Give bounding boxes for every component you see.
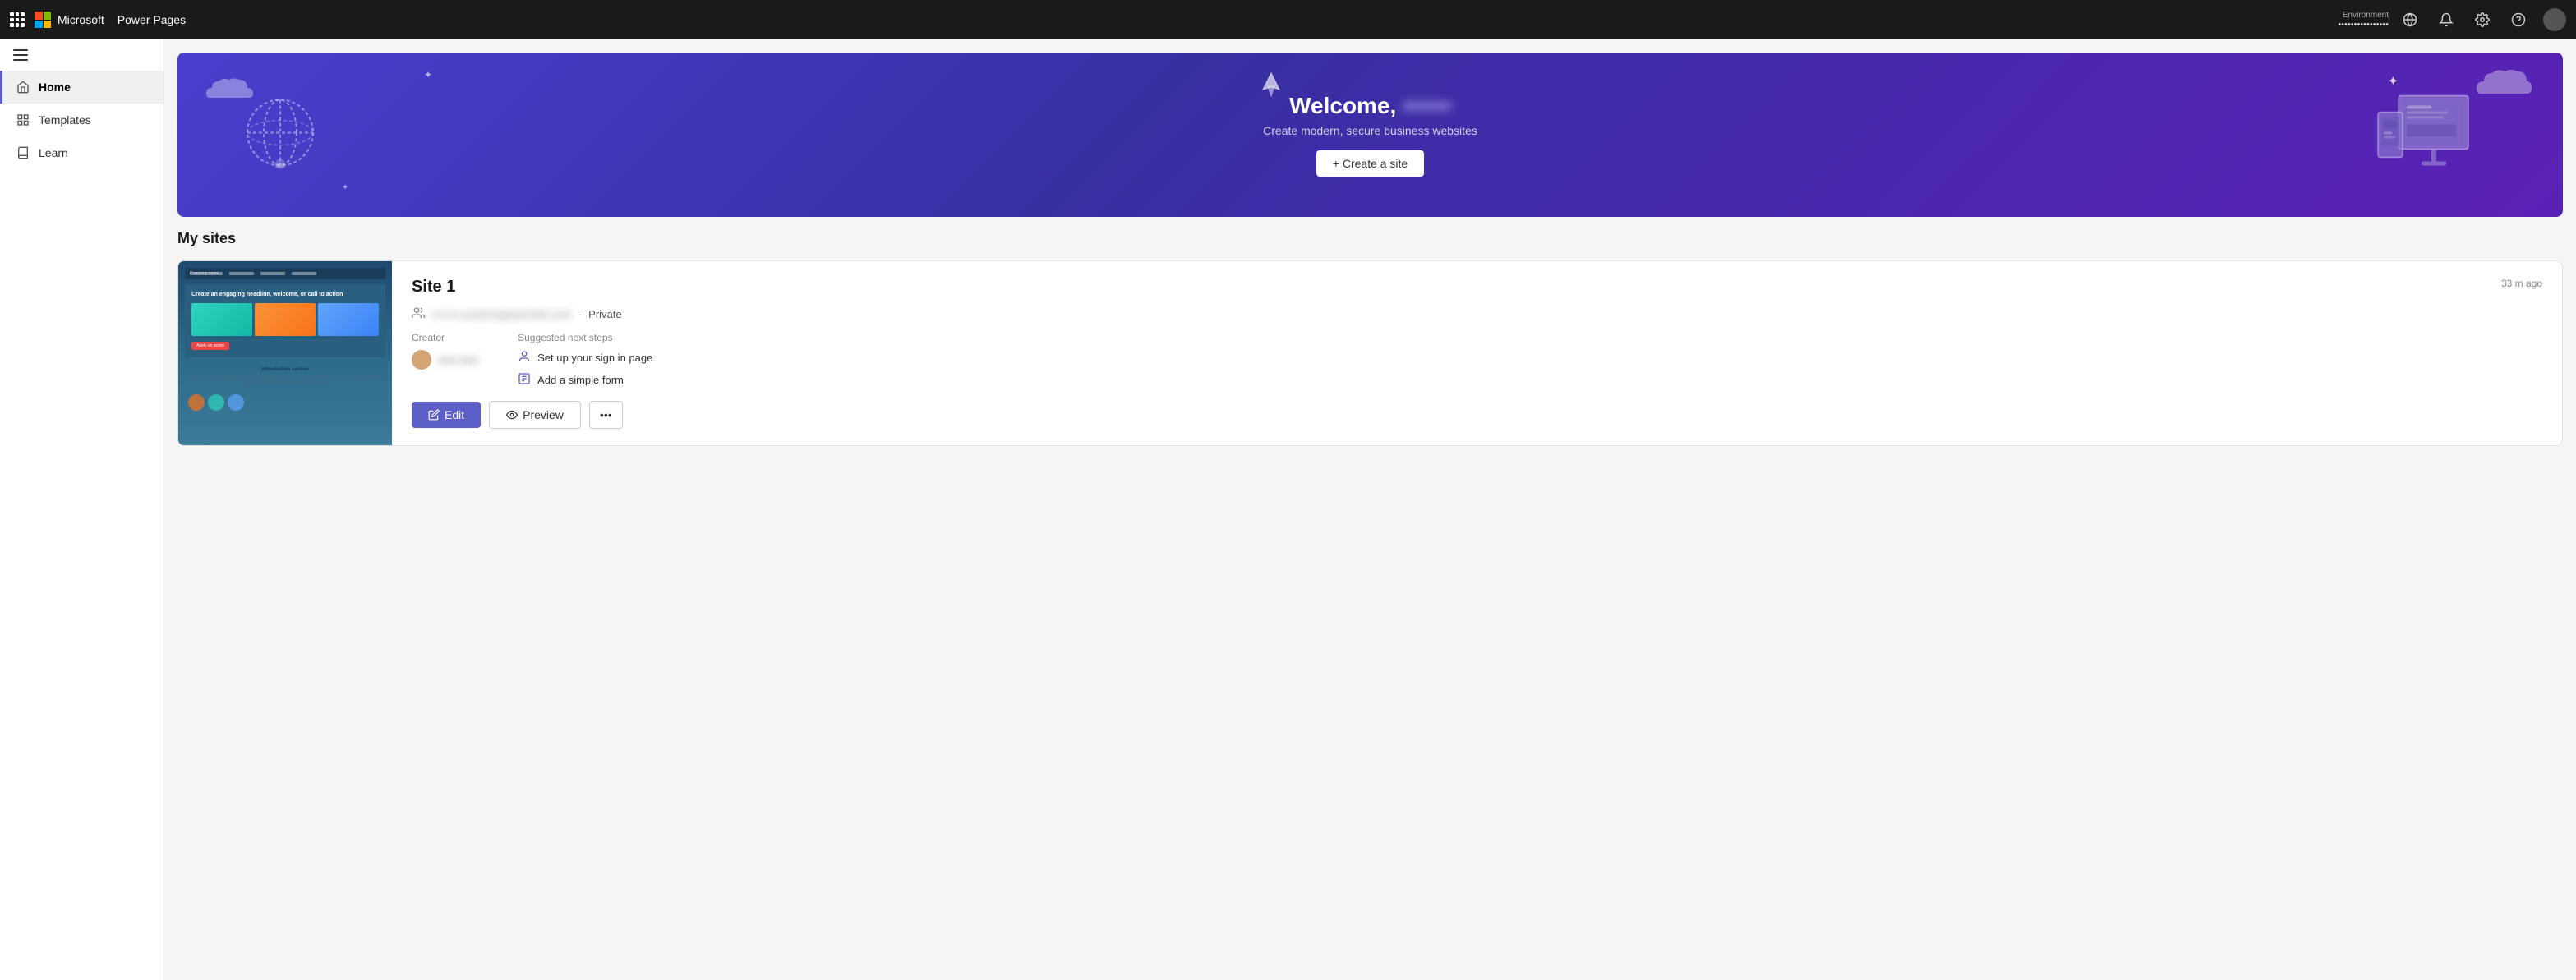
thumbnail-inner: Company name Create an engaging headline… <box>178 261 392 445</box>
sidebar-item-templates[interactable]: Templates <box>0 104 164 136</box>
sparkle-1: ✦ <box>2388 73 2399 90</box>
creator-col: Creator ••••• ••••• <box>412 332 478 388</box>
thumbnail-image-strip <box>191 303 379 336</box>
thumbnail-intro-text: Create a short paragraph that shows your… <box>188 375 382 386</box>
home-icon <box>16 81 30 94</box>
thumbnail-nav: Company name <box>185 268 385 279</box>
thumbnail-img-3 <box>318 303 379 336</box>
sparkle-2: ✦ <box>424 69 432 81</box>
creator-row: ••••• ••••• <box>412 350 478 370</box>
hamburger-icon <box>13 49 28 61</box>
form-icon <box>518 372 531 388</box>
notification-icon[interactable] <box>2435 8 2458 31</box>
environment-value: •••••••••••••••• <box>2338 20 2389 30</box>
thumbnail-img-2 <box>255 303 316 336</box>
site-url-separator: - <box>578 308 582 320</box>
thumbnail-bottom <box>185 391 385 414</box>
create-site-button[interactable]: + Create a site <box>1316 150 1424 177</box>
hero-subtitle: Create modern, secure business websites <box>1263 124 1477 137</box>
cloud-right-1 <box>2472 65 2538 102</box>
settings-icon[interactable] <box>2471 8 2494 31</box>
sidebar: Home Templates Learn <box>0 39 164 980</box>
sparkle-3: ✦ <box>342 183 348 192</box>
hero-banner: ✦ ✦ ✦ Welcome, •••••• Create modern, sec… <box>177 53 2563 217</box>
site-thumbnail: Company name Create an engaging headline… <box>178 261 392 445</box>
sidebar-toggle[interactable] <box>0 39 164 71</box>
users-icon <box>412 306 425 322</box>
topbar: Microsoft Power Pages Environment ••••••… <box>0 0 2576 39</box>
content-area: ✦ ✦ ✦ Welcome, •••••• Create modern, sec… <box>164 39 2576 980</box>
product-title: Power Pages <box>118 13 186 26</box>
my-sites-section: My sites Company name <box>164 230 2576 459</box>
site-card: Company name Create an engaging headline… <box>177 260 2563 446</box>
devices-decoration <box>2374 88 2481 182</box>
sidebar-templates-label: Templates <box>39 113 91 127</box>
thumbnail-cta-btn: Apply an action <box>191 342 229 350</box>
microsoft-logo: Microsoft <box>35 12 104 28</box>
my-sites-title: My sites <box>177 230 2563 247</box>
next-steps-col: Suggested next steps Set up your sign in… <box>518 332 652 388</box>
topbar-icons <box>2399 8 2566 31</box>
site-privacy: Private <box>588 308 621 320</box>
sidebar-item-learn[interactable]: Learn <box>0 136 164 169</box>
hero-content: Welcome, •••••• Create modern, secure bu… <box>1263 93 1477 177</box>
site-url: ••••••••.powerappsportals.com <box>431 308 572 320</box>
preview-button[interactable]: Preview <box>489 401 581 429</box>
environment-selector[interactable]: Environment •••••••••••••••• <box>2338 11 2389 30</box>
creator-avatar <box>412 350 431 370</box>
thumbnail-nav-item-1 <box>229 272 254 275</box>
site-meta-row: Creator ••••• ••••• Suggested next steps <box>412 332 2542 388</box>
site-actions-row: Edit Preview ••• <box>412 401 2542 429</box>
thumbnail-intro-title: Introduction section <box>188 367 382 372</box>
thumbnail-intro: Introduction section Create a short para… <box>185 362 385 391</box>
signin-icon <box>518 350 531 366</box>
site-timestamp: 33 m ago <box>2501 278 2542 289</box>
thumbnail-headline: Create an engaging headline, welcome, or… <box>191 291 379 298</box>
sidebar-learn-label: Learn <box>39 146 68 159</box>
cloud-left-1 <box>202 73 260 106</box>
site-header-row: Site 1 33 m ago <box>412 278 2542 297</box>
learn-icon <box>16 146 30 159</box>
user-avatar[interactable] <box>2543 8 2566 31</box>
next-step-form-label: Add a simple form <box>537 374 624 386</box>
main-layout: Home Templates Learn <box>0 39 2576 980</box>
sidebar-item-home[interactable]: Home <box>0 71 164 104</box>
creator-name: ••••• ••••• <box>438 354 478 366</box>
globe-decoration <box>243 96 317 174</box>
waffle-menu[interactable] <box>10 12 25 27</box>
site-name: Site 1 <box>412 278 455 297</box>
next-steps-label: Suggested next steps <box>518 332 652 343</box>
site-info: Site 1 33 m ago ••••••••.powerappsportal… <box>392 261 2562 445</box>
environment-label: Environment <box>2343 11 2389 20</box>
next-step-form[interactable]: Add a simple form <box>518 372 652 388</box>
site-url-row: ••••••••.powerappsportals.com - Private <box>412 306 2542 322</box>
thumbnail-company: Company name <box>190 272 223 275</box>
hero-title: Welcome, •••••• <box>1263 93 1477 119</box>
creator-label: Creator <box>412 332 478 343</box>
thumbnail-img-1 <box>191 303 252 336</box>
microsoft-label: Microsoft <box>58 13 104 26</box>
sidebar-home-label: Home <box>39 81 71 94</box>
edit-button[interactable]: Edit <box>412 402 481 428</box>
environment-icon[interactable] <box>2399 8 2422 31</box>
help-icon[interactable] <box>2507 8 2530 31</box>
next-step-signin[interactable]: Set up your sign in page <box>518 350 652 366</box>
more-options-button[interactable]: ••• <box>589 401 623 429</box>
thumbnail-nav-item-3 <box>292 272 316 275</box>
thumbnail-hero-area: Create an engaging headline, welcome, or… <box>185 284 385 357</box>
thumbnail-nav-item-2 <box>260 272 285 275</box>
next-step-signin-label: Set up your sign in page <box>537 352 652 364</box>
templates-icon <box>16 113 30 127</box>
sidebar-nav: Home Templates Learn <box>0 71 164 169</box>
